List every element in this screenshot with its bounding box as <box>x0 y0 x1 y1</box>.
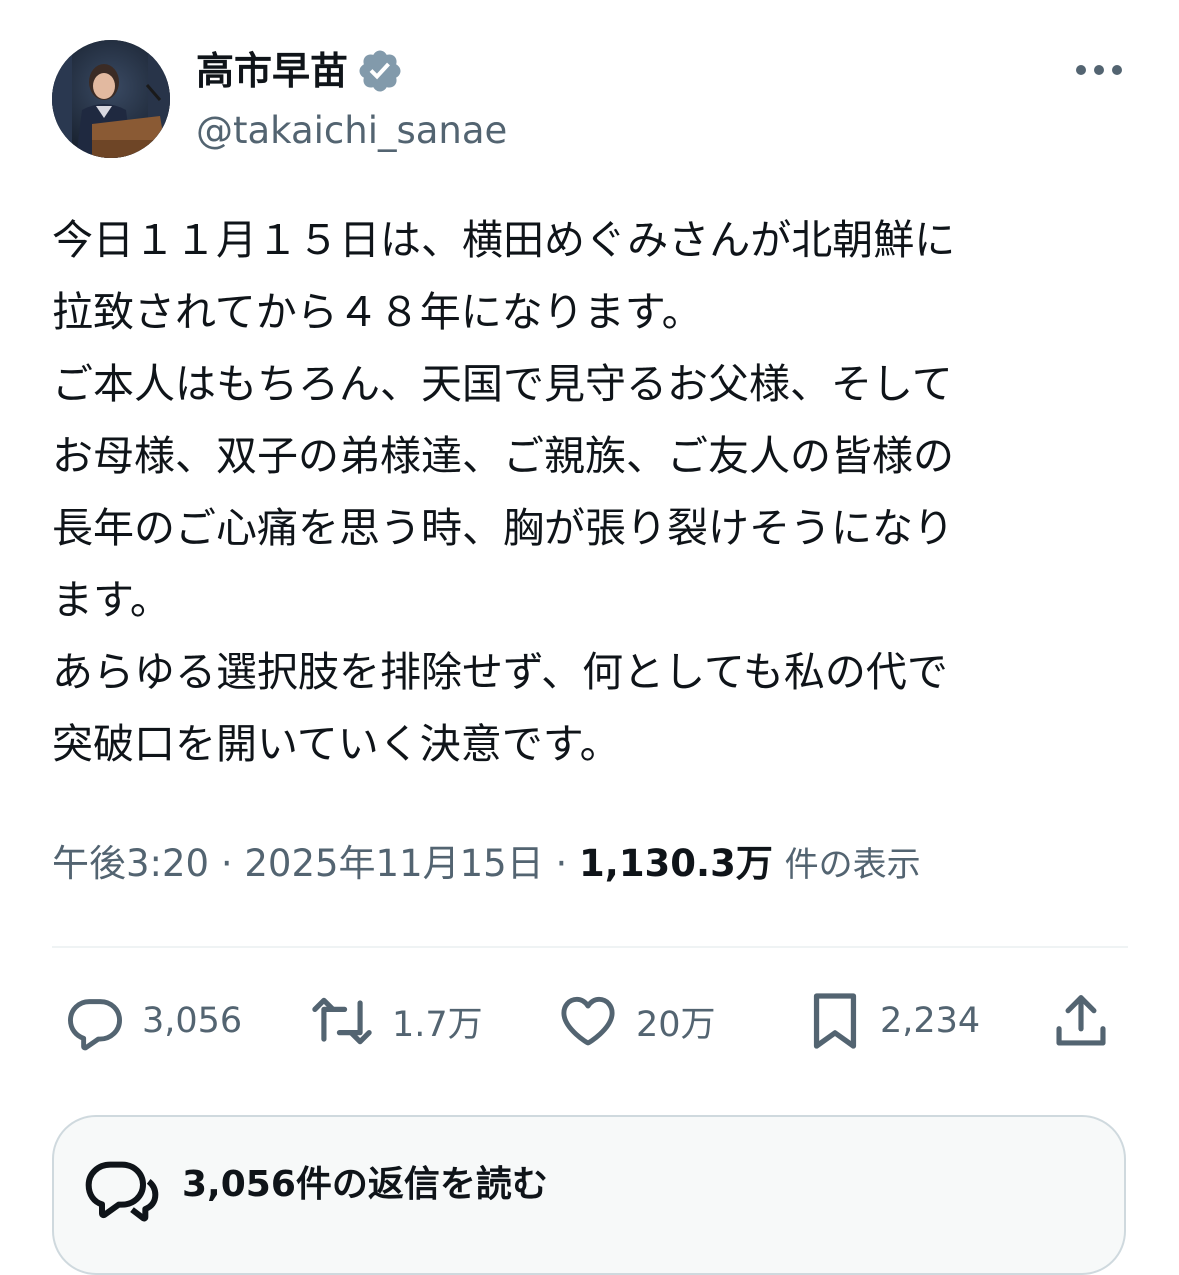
heart-icon <box>561 996 615 1046</box>
retweet-button[interactable]: 1.7万 <box>308 985 483 1057</box>
like-button[interactable]: 20万 <box>556 985 716 1057</box>
tweet-date[interactable]: 2025年11月15日 <box>244 842 543 885</box>
divider <box>52 946 1128 948</box>
reply-button[interactable]: 3,056 <box>64 985 242 1057</box>
tweet-line: お母様、双子の弟様達、ご親族、ご友人の皆様の <box>52 432 954 480</box>
retweet-count: 1.7万 <box>392 1004 483 1045</box>
tweet-line: 拉致されてから４８年になります。 <box>52 288 703 336</box>
reply-count: 3,056 <box>142 1001 243 1041</box>
tweet-time[interactable]: 午後3:20 <box>52 842 209 885</box>
tweet-line: 突破口を開いていく決意です。 <box>52 720 621 768</box>
read-replies-label: 3,056件の返信を読む <box>182 1164 548 1205</box>
profile-photo <box>52 40 170 158</box>
user-handle[interactable]: @takaichi_sanae <box>196 108 507 154</box>
verified-badge-icon[interactable] <box>356 47 404 95</box>
display-name[interactable]: 高市早苗 <box>196 46 348 96</box>
tweet-text: 今日１１月１５日は、横田めぐみさんが北朝鮮に 拉致されてから４８年になります。 … <box>52 204 1122 780</box>
view-count-label: 件の表示 <box>784 845 921 885</box>
meta-separator: · <box>220 842 233 885</box>
author-name-row[interactable]: 高市早苗 <box>196 46 404 96</box>
share-button[interactable] <box>1050 985 1112 1057</box>
tweet-line: ます。 <box>52 576 171 624</box>
bookmark-button[interactable]: 2,234 <box>806 985 980 1057</box>
tweet-line: ご本人はもちろん、天国で見守るお父様、そして <box>52 360 953 408</box>
meta-separator: · <box>555 842 568 885</box>
tweet-line: 今日１１月１５日は、横田めぐみさんが北朝鮮に <box>52 216 956 264</box>
tweet-meta: 午後3:20 · 2025年11月15日 · 1,130.3万 件の表示 <box>52 838 921 891</box>
avatar[interactable] <box>52 40 170 158</box>
view-count[interactable]: 1,130.3万 <box>579 842 773 885</box>
tweet-line: 長年のご心痛を思う時、胸が張り裂けそうになり <box>52 504 954 552</box>
read-replies-button[interactable]: 3,056件の返信を読む <box>52 1115 1126 1275</box>
more-options-icon[interactable] <box>1070 52 1128 88</box>
conversation-icon <box>85 1161 159 1222</box>
tweet-line: あらゆる選択肢を排除せず、何としても私の代で <box>52 648 948 696</box>
like-count: 20万 <box>636 1004 716 1045</box>
retweet-icon <box>312 997 372 1045</box>
bookmark-icon <box>813 993 857 1049</box>
reply-icon <box>68 999 122 1051</box>
bookmark-count: 2,234 <box>880 1001 981 1041</box>
share-icon <box>1056 995 1106 1046</box>
